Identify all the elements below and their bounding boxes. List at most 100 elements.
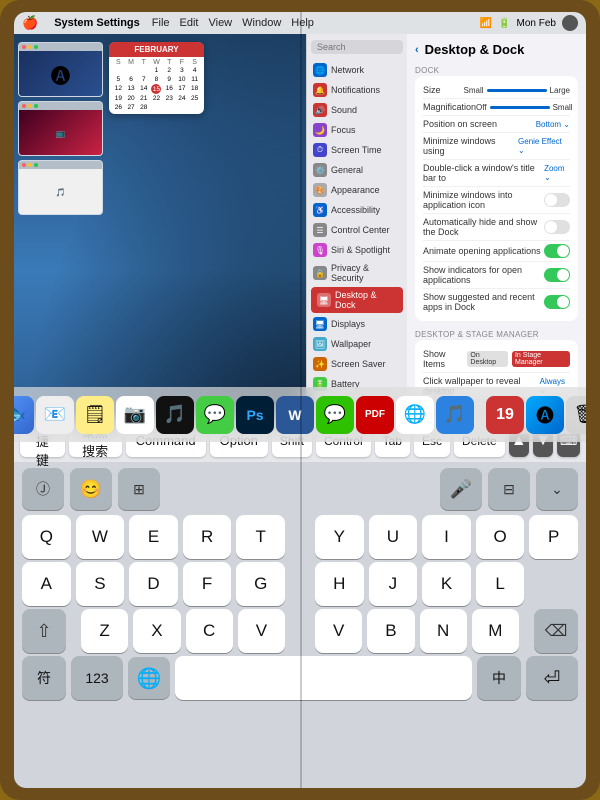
sidebar-item-screentime[interactable]: ⏱ Screen Time [307, 140, 407, 160]
key-j[interactable]: J [369, 562, 418, 606]
sidebar-item-siri[interactable]: 🎙 Siri & Spotlight [307, 240, 407, 260]
menu-help[interactable]: Help [291, 17, 314, 29]
cal-day-10[interactable]: 10 [176, 75, 189, 84]
cal-day-19[interactable]: 19 [112, 94, 125, 103]
cal-day-26[interactable]: 26 [112, 103, 125, 112]
key-x[interactable]: X [133, 609, 180, 653]
cal-day-7[interactable]: 7 [137, 75, 150, 84]
cal-day-4[interactable]: 4 [188, 66, 201, 75]
return-key[interactable]: ⏎ [526, 656, 578, 700]
cal-day-5[interactable]: 5 [112, 75, 125, 84]
chinese-key[interactable]: 符 [22, 656, 66, 700]
mini-window-1[interactable]: 🅐 [18, 42, 103, 97]
key-e[interactable]: E [129, 515, 178, 559]
key-y[interactable]: Y [315, 515, 364, 559]
sidebar-item-control[interactable]: ☰ Control Center [307, 220, 407, 240]
key-i[interactable]: I [422, 515, 471, 559]
cal-day-21[interactable]: 21 [137, 94, 150, 103]
cal-day-2[interactable]: 2 [163, 66, 176, 75]
dock-icon-appstore[interactable]: 🅐 [526, 396, 564, 434]
shift-key[interactable]: ⇧ [22, 609, 66, 653]
cal-day-20[interactable]: 20 [125, 94, 138, 103]
key-u[interactable]: U [369, 515, 418, 559]
key-z[interactable]: Z [81, 609, 128, 653]
dock-size-slider[interactable]: Small Large [464, 86, 570, 95]
key-k[interactable]: K [422, 562, 471, 606]
dock-icon-notes[interactable]: 🗒 [76, 396, 114, 434]
menu-view[interactable]: View [208, 17, 232, 29]
sidebar-item-general[interactable]: ⚙️ General [307, 160, 407, 180]
cal-day-27[interactable]: 27 [125, 103, 138, 112]
cal-day-23[interactable]: 23 [163, 94, 176, 103]
numbers-key[interactable]: 123 [71, 656, 123, 700]
dock-icon-messages[interactable]: 💬 [196, 396, 234, 434]
dock-position-value[interactable]: Bottom ⌄ [536, 120, 570, 129]
settings-back-btn[interactable]: ‹ [415, 44, 419, 56]
dock-icon-wechat[interactable]: 💬 [316, 396, 354, 434]
cal-day-11[interactable]: 11 [188, 75, 201, 84]
dock-animate-toggle[interactable] [544, 244, 570, 258]
key-a[interactable]: A [22, 562, 71, 606]
sidebar-item-accessibility[interactable]: ♿ Accessibility [307, 200, 407, 220]
cal-day-1[interactable]: 1 [150, 66, 163, 75]
sidebar-item-focus[interactable]: 🌙 Focus [307, 120, 407, 140]
cal-day-13[interactable]: 13 [125, 84, 138, 94]
key-c[interactable]: C [186, 609, 233, 653]
cal-day-25[interactable]: 25 [188, 94, 201, 103]
delete-key[interactable]: ⌫ [534, 609, 578, 653]
dock-icon-mail[interactable]: 📧 [36, 396, 74, 434]
dock-icon-qqmusic[interactable]: 🎵 [436, 396, 474, 434]
sidebar-item-privacy[interactable]: 🔒 Privacy & Security [307, 260, 407, 286]
calendar-widget[interactable]: FEBRUARY S M T W T F S [109, 42, 204, 114]
key-w[interactable]: W [76, 515, 125, 559]
key-d[interactable]: D [129, 562, 178, 606]
key-t[interactable]: T [236, 515, 285, 559]
key-n[interactable]: N [420, 609, 467, 653]
key-l[interactable]: L [476, 562, 525, 606]
cal-day-9[interactable]: 9 [163, 75, 176, 84]
key-r[interactable]: R [183, 515, 232, 559]
cal-day-22[interactable]: 22 [150, 94, 163, 103]
cal-day-14[interactable]: 14 [137, 84, 150, 94]
dock-icon-pdf[interactable]: PDF [356, 396, 394, 434]
key-m[interactable]: M [472, 609, 519, 653]
stage-on-desktop-btn[interactable]: On Desktop [467, 351, 508, 367]
sidebar-item-displays[interactable]: 🖥 Displays [307, 314, 407, 334]
menu-edit[interactable]: Edit [180, 17, 199, 29]
cal-day-15-today[interactable]: 15 [151, 84, 161, 94]
sidebar-item-wallpaper[interactable]: 🖼 Wallpaper [307, 334, 407, 354]
key-b[interactable]: B [367, 609, 414, 653]
dock-indicators-toggle[interactable] [544, 268, 570, 282]
language-key[interactable]: 中 [477, 656, 521, 700]
mic-bottom-key[interactable]: 🌐 [128, 657, 170, 699]
dock-icon-ps[interactable]: Ps [236, 396, 274, 434]
cal-day-6[interactable]: 6 [125, 75, 138, 84]
cal-day-18[interactable]: 18 [188, 84, 201, 94]
dock-icon-music[interactable]: 🎵 [156, 396, 194, 434]
key-g[interactable]: G [236, 562, 285, 606]
sidebar-item-appearance[interactable]: 🎨 Appearance [307, 180, 407, 200]
sidebar-item-notifications[interactable]: 🔔 Notifications [307, 80, 407, 100]
dock-autohide-toggle[interactable] [544, 220, 570, 234]
key-q[interactable]: Q [22, 515, 71, 559]
dock-icon-finder[interactable]: 🐟 [14, 396, 34, 434]
dock-icon-word[interactable]: W [276, 396, 314, 434]
stage-in-manager-btn[interactable]: In Stage Manager [512, 351, 570, 367]
dock-recent-toggle[interactable] [544, 295, 570, 309]
menu-file[interactable]: File [152, 17, 170, 29]
dock-icon-19[interactable]: 19 [486, 396, 524, 434]
emoji-key[interactable]: 😊 [70, 468, 112, 510]
apple-menu-icon[interactable]: 🍎 [22, 15, 38, 31]
key-s[interactable]: S [76, 562, 125, 606]
dock-dblclick-value[interactable]: Zoom ⌄ [544, 164, 570, 182]
special3-key[interactable]: ⊞ [118, 468, 160, 510]
key-v-right[interactable]: V [315, 609, 362, 653]
dock-mininto-toggle[interactable] [544, 193, 570, 207]
sidebar-item-network[interactable]: 🌐 Network [307, 60, 407, 80]
dock-icon-trash[interactable]: 🗑 [566, 396, 586, 434]
dock-mag-slider[interactable]: Off Small [476, 103, 573, 112]
key-f[interactable]: F [183, 562, 232, 606]
cal-day-28[interactable]: 28 [137, 103, 150, 112]
j-key[interactable]: Ⓙ [22, 468, 64, 510]
cal-day-8[interactable]: 8 [150, 75, 163, 84]
